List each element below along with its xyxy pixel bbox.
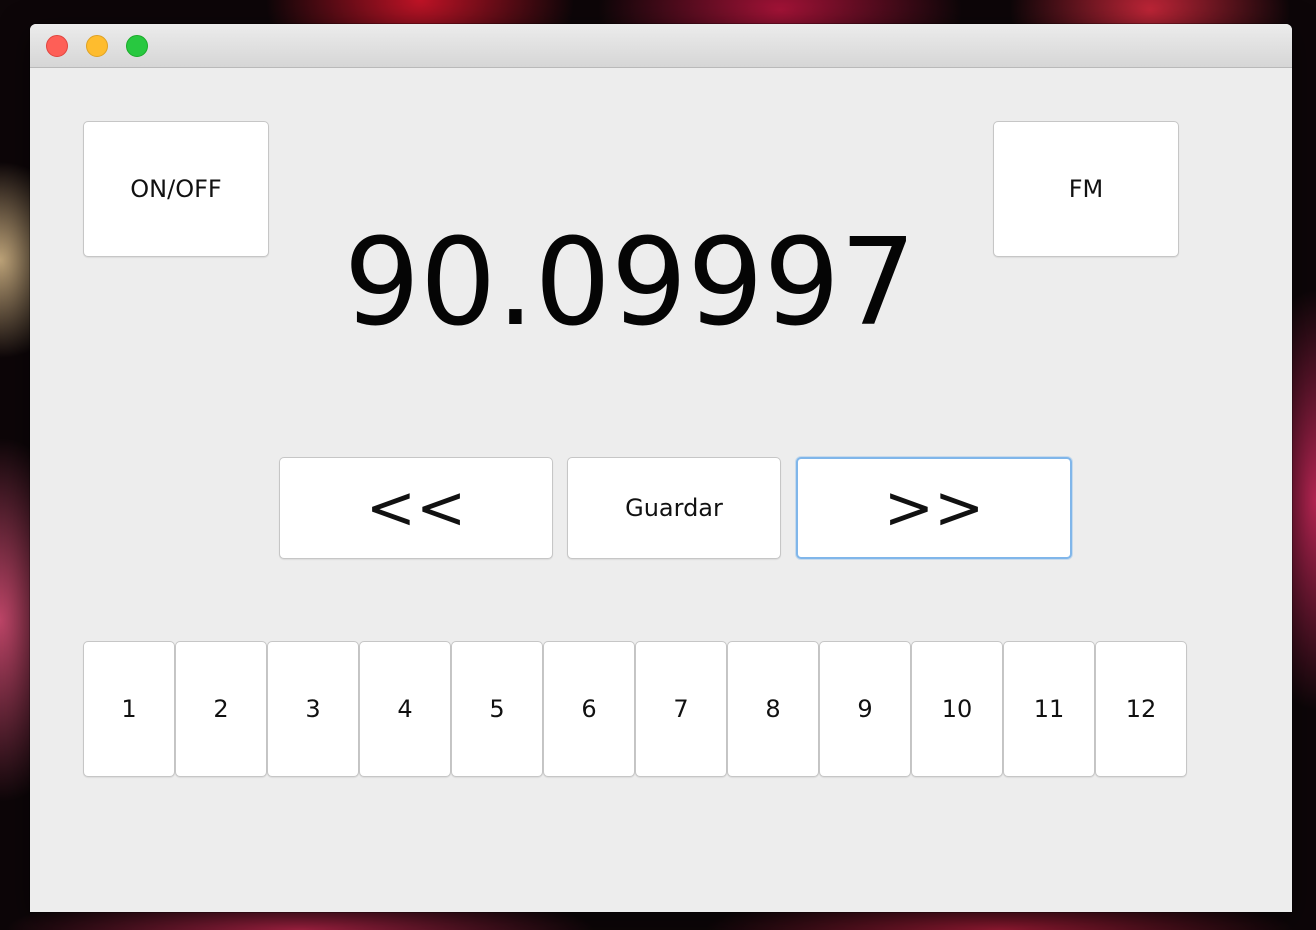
minimize-window-button[interactable] (86, 35, 108, 57)
preset-button-10[interactable]: 10 (911, 641, 1003, 777)
preset-button-5[interactable]: 5 (451, 641, 543, 777)
preset-bar: 1 2 3 4 5 6 7 8 9 10 11 12 (83, 641, 1187, 777)
frequency-display: 90.09997 (343, 214, 917, 353)
preset-button-12[interactable]: 12 (1095, 641, 1187, 777)
preset-button-6[interactable]: 6 (543, 641, 635, 777)
save-button[interactable]: Guardar (567, 457, 781, 559)
seek-forward-button[interactable]: >> (796, 457, 1072, 559)
preset-button-7[interactable]: 7 (635, 641, 727, 777)
preset-button-2[interactable]: 2 (175, 641, 267, 777)
title-bar[interactable] (30, 24, 1292, 68)
preset-button-1[interactable]: 1 (83, 641, 175, 777)
app-window: ON/OFF FM 90.09997 << Guardar >> 1 2 3 4… (30, 24, 1292, 912)
seek-back-button[interactable]: << (279, 457, 553, 559)
preset-button-8[interactable]: 8 (727, 641, 819, 777)
preset-button-9[interactable]: 9 (819, 641, 911, 777)
preset-button-11[interactable]: 11 (1003, 641, 1095, 777)
zoom-window-button[interactable] (126, 35, 148, 57)
close-window-button[interactable] (46, 35, 68, 57)
preset-button-4[interactable]: 4 (359, 641, 451, 777)
preset-button-3[interactable]: 3 (267, 641, 359, 777)
